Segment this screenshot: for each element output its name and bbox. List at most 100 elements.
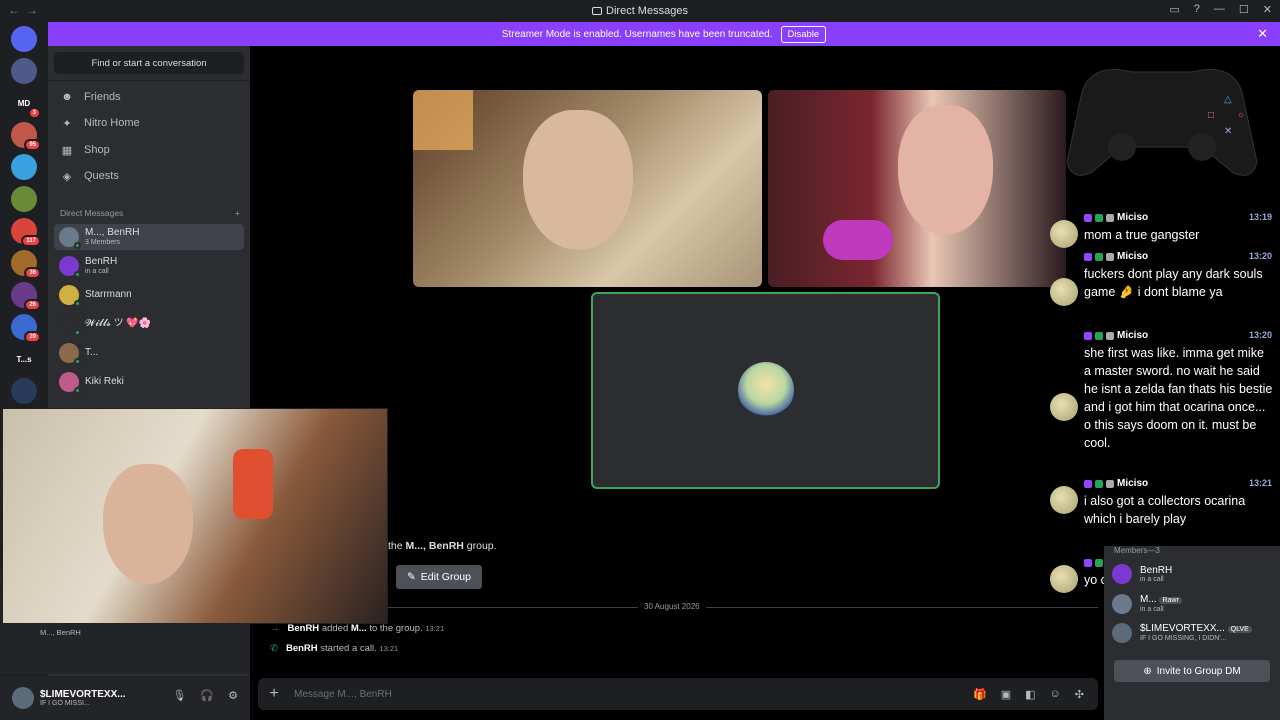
video-tile-avatar-speaking[interactable] bbox=[591, 292, 940, 489]
voice-channel-label: M..., BenRH bbox=[40, 628, 81, 637]
member-item[interactable]: M... Rawr in a call bbox=[1112, 594, 1182, 614]
sys-actor[interactable]: BenRH bbox=[286, 643, 318, 654]
sys-rest: to the group. bbox=[369, 623, 423, 634]
video-tile-1[interactable] bbox=[413, 90, 762, 287]
maximize-button[interactable]: ☐ bbox=[1239, 3, 1249, 16]
gift-icon[interactable]: 🎁 bbox=[973, 688, 987, 701]
dm-item[interactable]: BenRH in a call bbox=[54, 253, 244, 279]
group-intro-suffix: group. bbox=[466, 540, 497, 552]
edit-group-button[interactable]: ✎ Edit Group bbox=[396, 565, 482, 589]
nav-quests[interactable]: ◈ Quests bbox=[56, 164, 244, 188]
server-label: MD bbox=[17, 98, 31, 108]
right-stick bbox=[1188, 133, 1216, 161]
left-stick bbox=[1108, 133, 1136, 161]
server-icon[interactable]: 117 bbox=[11, 218, 41, 247]
chat-avatar bbox=[1050, 393, 1078, 421]
dm-avatar bbox=[59, 372, 81, 394]
chat-header: Miciso bbox=[1084, 212, 1148, 223]
chat-time: 13:21 bbox=[1248, 478, 1272, 488]
chat-username: Miciso bbox=[1117, 478, 1149, 489]
dm-name: BenRH bbox=[85, 255, 118, 267]
nav-shop[interactable]: ▦ Shop bbox=[56, 138, 244, 162]
server-icon[interactable] bbox=[11, 26, 37, 52]
dm-section-header: Direct Messages + bbox=[60, 208, 240, 218]
server-icon[interactable]: 95 bbox=[11, 122, 41, 151]
chat-avatar bbox=[1050, 565, 1078, 593]
system-message: → BenRH added M... to the group. 13:21 bbox=[270, 623, 444, 634]
chat-badge-icon bbox=[1095, 213, 1103, 222]
chat-badge-icon bbox=[1095, 331, 1103, 340]
dm-item[interactable]: Kiki Reki bbox=[54, 369, 244, 395]
server-icon[interactable] bbox=[11, 186, 37, 212]
sys-actor[interactable]: BenRH bbox=[288, 623, 320, 634]
help-icon[interactable]: ? bbox=[1194, 3, 1200, 16]
mic-icon[interactable]: 🎙 bbox=[172, 689, 186, 702]
inbox-icon bbox=[592, 7, 603, 15]
dm-header-label: Direct Messages bbox=[60, 208, 124, 218]
nav-nitro-label: Nitro Home bbox=[84, 117, 140, 129]
chat-badge-icon bbox=[1084, 213, 1092, 222]
chat-badge-icon bbox=[1106, 331, 1114, 340]
dm-item[interactable]: T... bbox=[54, 340, 244, 366]
apps-icon[interactable]: ✣ bbox=[1075, 688, 1084, 701]
square-button-icon: □ bbox=[1208, 110, 1214, 121]
nav-arrows[interactable]: ←→ bbox=[8, 3, 44, 17]
gif-icon[interactable]: ▣ bbox=[1001, 688, 1011, 701]
chat-text: mom a true gangster bbox=[1084, 228, 1200, 242]
quests-icon: ◈ bbox=[62, 171, 72, 183]
invite-to-group-button[interactable]: ⊕ Invite to Group DM bbox=[1114, 660, 1270, 682]
dm-item[interactable]: M..., BenRH 3 Members bbox=[54, 224, 244, 250]
mention-badge: 3 bbox=[27, 107, 41, 119]
member-item[interactable]: BenRH in a call bbox=[1112, 564, 1172, 584]
server-icon[interactable] bbox=[11, 378, 37, 404]
date-label: 30 August 2026 bbox=[638, 602, 706, 611]
status-indicator bbox=[74, 300, 81, 307]
friends-icon: ☻ bbox=[61, 91, 73, 103]
close-banner-icon[interactable]: ✕ bbox=[1257, 26, 1268, 42]
chat-message: Miciso 13:20 fuckers dont play any dark so… bbox=[1044, 251, 1276, 327]
disable-streamer-mode-button[interactable]: Disable bbox=[780, 25, 827, 43]
chat-badge-icon bbox=[1095, 558, 1103, 567]
chat-username: Miciso bbox=[1117, 330, 1149, 341]
server-icon[interactable]: 36 bbox=[11, 250, 41, 279]
dm-item[interactable]: Starrmann bbox=[54, 282, 244, 308]
message-input[interactable] bbox=[290, 688, 974, 700]
inbox-button[interactable]: ▭ bbox=[1169, 3, 1179, 16]
video-tile-2[interactable] bbox=[768, 90, 1066, 287]
server-icon[interactable]: MD 3 bbox=[11, 90, 41, 119]
user-avatar[interactable] bbox=[12, 687, 34, 709]
member-tag: Rawr bbox=[1159, 597, 1182, 604]
create-dm-icon[interactable]: + bbox=[235, 208, 240, 218]
arrow-icon: → bbox=[270, 623, 280, 634]
chat-badge-icon bbox=[1106, 213, 1114, 222]
nav-nitro-home[interactable]: ✦ Nitro Home bbox=[56, 111, 244, 135]
circle-button-icon: ○ bbox=[1238, 110, 1244, 121]
sticker-icon[interactable]: ◧ bbox=[1025, 688, 1035, 701]
member-item[interactable]: $LIMEVORTEXX... QLVE IF I GO MISSING, I D… bbox=[1112, 623, 1252, 643]
server-icon[interactable]: T...s bbox=[11, 346, 37, 372]
settings-gear-icon[interactable]: ⚙ bbox=[228, 689, 238, 702]
emoji-icon[interactable]: ☺ bbox=[1050, 688, 1061, 701]
sys-time: 13:21 bbox=[379, 644, 399, 653]
server-icon[interactable]: 39 bbox=[11, 314, 41, 343]
chat-badge-icon bbox=[1084, 479, 1092, 488]
minimize-button[interactable]: — bbox=[1214, 3, 1225, 16]
dm-item[interactable]: 𝓦𝓲𝓵𝓵𝓼 ツ 💖🌸 bbox=[54, 311, 244, 337]
window-title: Direct Messages bbox=[606, 5, 688, 17]
microphone-shape bbox=[823, 220, 893, 260]
sys-target[interactable]: M... bbox=[351, 623, 367, 634]
chat-time: 13:19 bbox=[1248, 212, 1272, 222]
server-icon[interactable] bbox=[11, 58, 37, 84]
lamp-glow bbox=[413, 90, 473, 150]
close-window-button[interactable]: ✕ bbox=[1263, 3, 1272, 16]
server-icon[interactable]: 26 bbox=[11, 282, 41, 311]
find-conversation-button[interactable]: Find or start a conversation bbox=[54, 52, 244, 74]
attach-plus-icon[interactable]: + bbox=[258, 685, 290, 703]
headphones-icon[interactable]: 🎧 bbox=[200, 689, 214, 702]
nitro-icon: ✦ bbox=[62, 118, 72, 130]
window-controls: ▭ ? — ☐ ✕ bbox=[1169, 3, 1272, 16]
chat-text: i also got a collectors ocarina which i … bbox=[1084, 494, 1246, 526]
server-icon[interactable] bbox=[11, 154, 37, 180]
nav-friends[interactable]: ☻ Friends bbox=[56, 85, 244, 109]
group-intro-name: M..., BenRH bbox=[405, 540, 464, 552]
